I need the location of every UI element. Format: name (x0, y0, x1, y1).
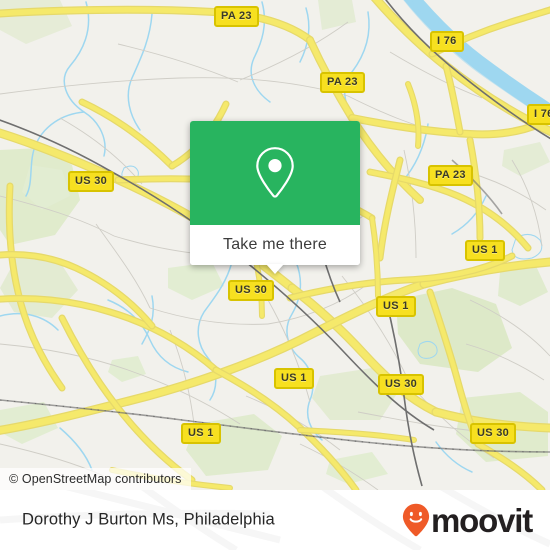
moovit-logo[interactable]: moovit (402, 501, 533, 539)
highway-shield: US 30 (228, 280, 275, 301)
moovit-map-screenshot: .rd { fill:none; stroke:#f5e96b; stroke-… (0, 0, 550, 550)
highway-shield: US 1 (274, 368, 314, 389)
highway-shield: PA 23 (428, 165, 473, 186)
footer-bar: Dorothy J Burton Ms, Philadelphia moovit (0, 490, 550, 550)
place-popup-card[interactable]: Take me there (190, 121, 360, 274)
highway-shield: US 30 (68, 171, 115, 192)
highway-shield: I 76 (527, 104, 550, 125)
osm-attribution[interactable]: © OpenStreetMap contributors (0, 468, 191, 490)
highway-shield: US 30 (470, 423, 517, 444)
highway-shield: US 1 (181, 423, 221, 444)
highway-shield: I 76 (430, 31, 464, 52)
popup-header (190, 121, 360, 225)
take-me-there-button[interactable]: Take me there (223, 236, 327, 254)
popup-footer[interactable]: Take me there (190, 225, 360, 274)
popup-tail-pointer (266, 264, 284, 274)
location-pin-icon (256, 147, 294, 198)
highway-shield: US 1 (465, 240, 505, 261)
moovit-smiley-pin-icon (402, 503, 430, 537)
highway-shield: PA 23 (320, 72, 365, 93)
moovit-wordmark: moovit (431, 501, 533, 539)
highway-shield: US 30 (378, 374, 425, 395)
highway-shield: PA 23 (214, 6, 259, 27)
highway-shield: US 1 (376, 296, 416, 317)
map-canvas[interactable]: .rd { fill:none; stroke:#f5e96b; stroke-… (0, 0, 550, 490)
place-title: Dorothy J Burton Ms, Philadelphia (22, 510, 275, 529)
